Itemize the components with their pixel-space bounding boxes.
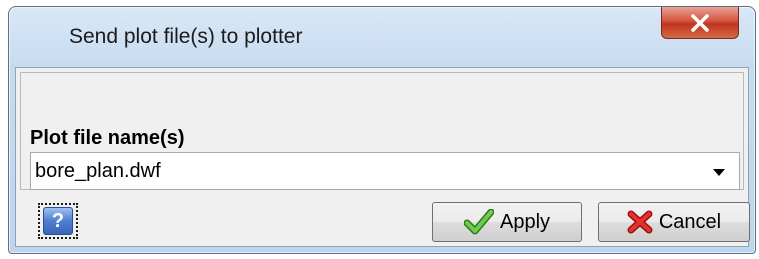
title-bar[interactable]: Send plot file(s) to plotter [9, 7, 755, 67]
apply-label: Apply [499, 210, 551, 233]
close-button[interactable] [661, 7, 739, 39]
window-title: Send plot file(s) to plotter [69, 25, 303, 48]
plot-file-value: bore_plan.dwf [35, 160, 161, 182]
cancel-button[interactable]: Cancel [598, 202, 750, 242]
checkmark-icon [463, 209, 494, 235]
dialog-window: Send plot file(s) to plotter Plot file n… [8, 6, 756, 254]
dialog-client-area: Plot file name(s) bore_plan.dwf ? Apply [15, 67, 750, 247]
plot-file-label: Plot file name(s) [30, 127, 185, 149]
chevron-down-icon[interactable] [713, 169, 725, 176]
red-x-icon [627, 210, 653, 234]
apply-button[interactable]: Apply [432, 202, 582, 242]
plot-file-combobox[interactable]: bore_plan.dwf [30, 152, 740, 190]
close-icon [690, 13, 710, 32]
cancel-label: Cancel [658, 210, 722, 233]
help-icon: ? [43, 207, 73, 235]
help-button[interactable]: ? [38, 203, 78, 239]
